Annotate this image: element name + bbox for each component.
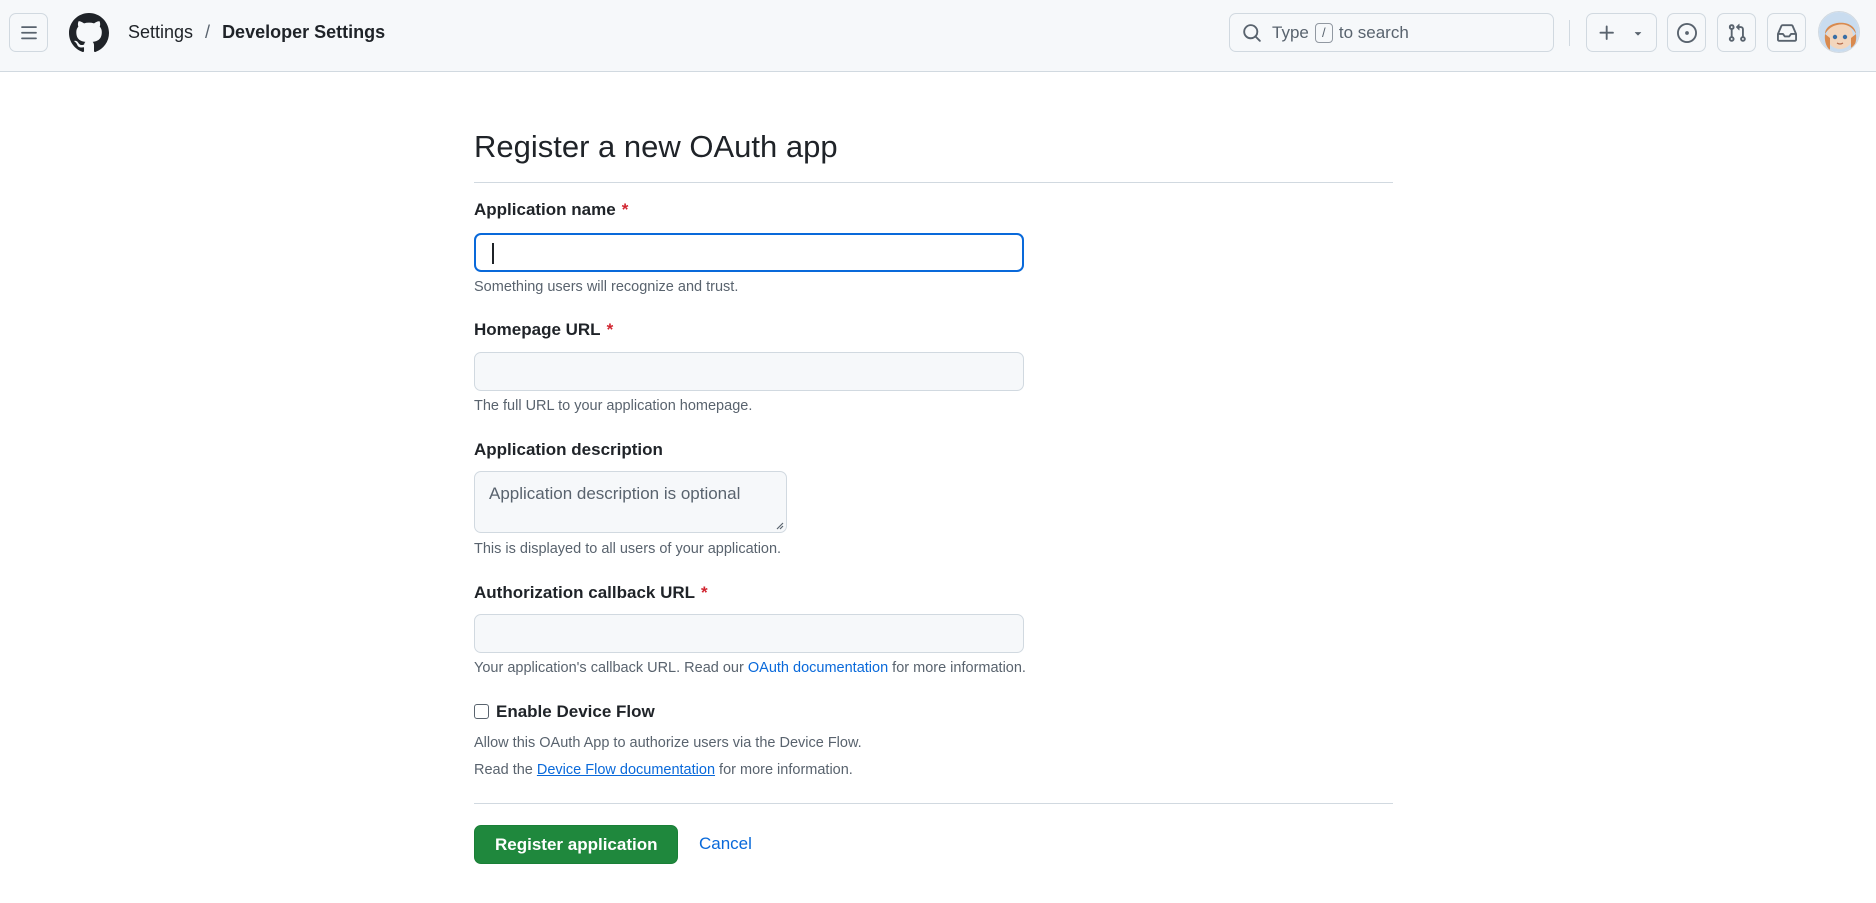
- create-new-button[interactable]: [1586, 13, 1657, 52]
- avatar-image: [1819, 12, 1859, 52]
- header-divider: [1569, 20, 1570, 46]
- oauth-app-form: Register a new OAuth app: [474, 100, 1393, 183]
- resize-grip-icon[interactable]: [774, 520, 784, 530]
- application-name-help: Something users will recognize and trust…: [474, 279, 739, 295]
- application-name-label-text: Application name: [474, 200, 616, 219]
- device-flow-help: Allow this OAuth App to authorize users …: [474, 735, 862, 751]
- homepage-url-help: The full URL to your application homepag…: [474, 398, 753, 414]
- app-header: Settings / Developer Settings Type / to …: [0, 0, 1876, 72]
- inbox-icon: [1776, 23, 1797, 42]
- search-icon: [1243, 23, 1261, 42]
- application-description-placeholder: Application description is optional: [489, 484, 741, 503]
- homepage-url-label: Homepage URL *: [474, 320, 613, 340]
- breadcrumb-developer-settings-link[interactable]: Developer Settings: [222, 20, 385, 44]
- breadcrumb: Settings / Developer Settings: [128, 20, 385, 44]
- register-application-button[interactable]: Register application: [474, 825, 679, 864]
- required-marker: *: [606, 320, 614, 339]
- inbox-button[interactable]: [1767, 13, 1806, 52]
- callback-url-input[interactable]: [474, 614, 1024, 653]
- callback-url-label: Authorization callback URL *: [474, 583, 708, 603]
- enable-device-flow-label[interactable]: Enable Device Flow: [496, 702, 655, 722]
- cancel-link[interactable]: Cancel: [699, 834, 752, 854]
- callback-help-text: Your application's callback URL. Read ou…: [474, 660, 744, 676]
- homepage-url-input[interactable]: [474, 352, 1024, 391]
- application-name-input[interactable]: [474, 233, 1024, 272]
- menu-button[interactable]: [9, 13, 48, 52]
- issues-button[interactable]: [1667, 13, 1706, 52]
- required-marker: *: [621, 200, 629, 219]
- search-shortcut-key: /: [1314, 22, 1333, 43]
- required-marker: *: [701, 583, 708, 602]
- application-description-label: Application description: [474, 440, 663, 459]
- homepage-url-label-text: Homepage URL: [474, 320, 601, 339]
- device-flow-docs-text: Read the: [474, 762, 533, 778]
- search-placeholder-start: Type: [1272, 22, 1309, 42]
- triangle-down-icon: [1634, 31, 1642, 36]
- plus-icon: [1599, 25, 1614, 40]
- oauth-documentation-link[interactable]: OAuth documentation: [748, 660, 888, 676]
- git-pull-request-icon: [1728, 23, 1746, 42]
- callback-help-text-end: for more information.: [892, 660, 1026, 676]
- application-name-label: Application name *: [474, 200, 628, 220]
- user-avatar[interactable]: [1818, 11, 1860, 53]
- page-title: Register a new OAuth app: [474, 100, 1393, 183]
- breadcrumb-separator: /: [205, 22, 211, 42]
- application-description-textarea[interactable]: Application description is optional: [474, 471, 787, 533]
- search-placeholder-end: to search: [1338, 22, 1409, 42]
- issue-opened-icon: [1676, 22, 1697, 43]
- callback-url-label-text: Authorization callback URL: [474, 583, 696, 602]
- search-input[interactable]: Type / to search: [1229, 13, 1554, 52]
- github-logo[interactable]: [69, 13, 109, 53]
- pull-requests-button[interactable]: [1717, 13, 1756, 52]
- device-flow-documentation-link[interactable]: Device Flow documentation: [537, 762, 715, 778]
- callback-url-help: Your application's callback URL. Read ou…: [474, 660, 1026, 676]
- application-description-help: This is displayed to all users of your a…: [474, 541, 782, 557]
- device-flow-docs-note: Read the Device Flow documentation for m…: [474, 762, 853, 778]
- device-flow-docs-text-end: for more information.: [719, 762, 853, 778]
- text-cursor: [492, 243, 494, 264]
- form-divider: [474, 803, 1393, 804]
- breadcrumb-settings-link[interactable]: Settings: [128, 20, 193, 44]
- enable-device-flow-checkbox[interactable]: [474, 704, 489, 719]
- hamburger-menu-icon: [20, 25, 37, 39]
